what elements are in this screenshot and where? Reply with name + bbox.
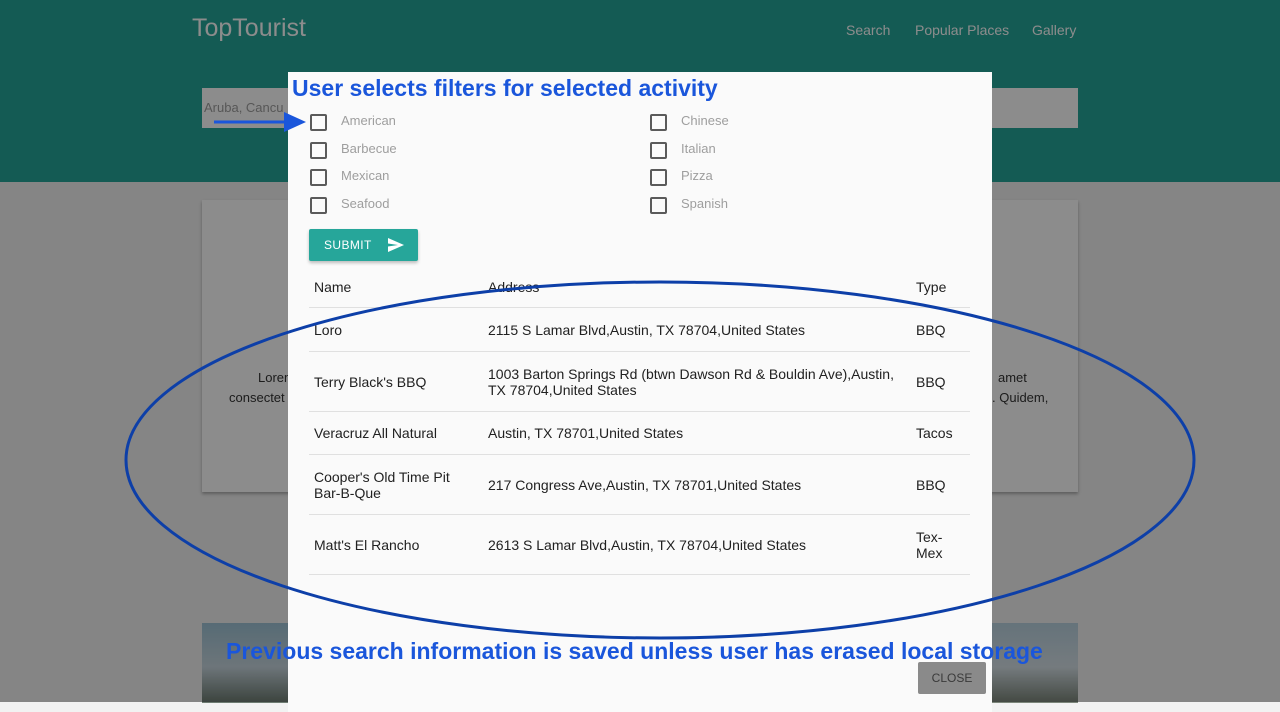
highlight-ellipse	[124, 280, 1196, 640]
annotation-local-storage: Previous search information is saved unl…	[226, 638, 1043, 664]
arrow-icon	[214, 112, 306, 132]
annotation-filters: User selects filters for selected activi…	[292, 75, 718, 101]
annotation-layer	[124, 112, 1196, 640]
